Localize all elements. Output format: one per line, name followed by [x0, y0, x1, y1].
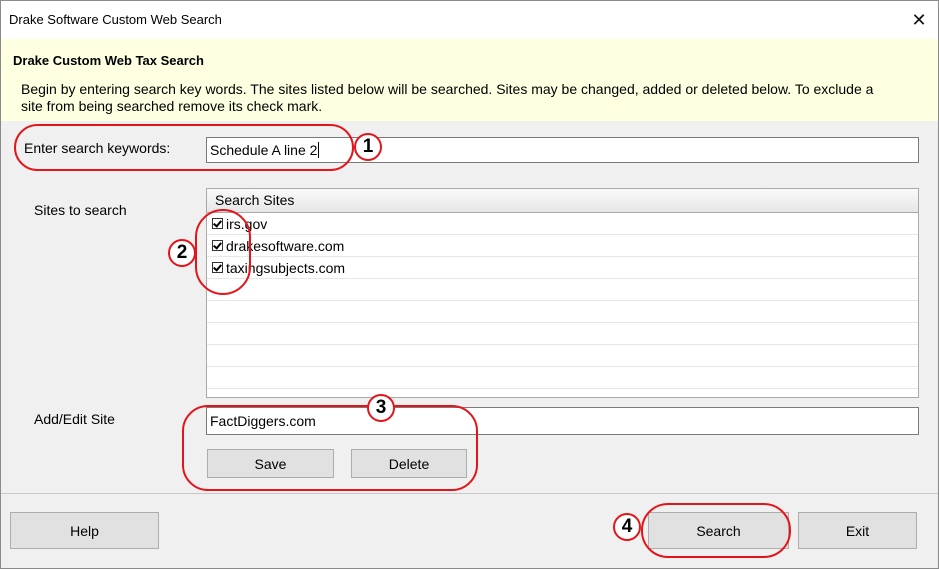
empty-row: [207, 345, 918, 367]
footer-divider: [1, 493, 938, 494]
search-sites-list[interactable]: Search Sites irs.gov drakesoftware.com t…: [206, 188, 919, 398]
empty-row: [207, 279, 918, 301]
site-row[interactable]: irs.gov: [207, 213, 918, 235]
exit-button[interactable]: Exit: [798, 512, 917, 549]
site-row[interactable]: taxingsubjects.com: [207, 257, 918, 279]
empty-row: [207, 323, 918, 345]
callout-search: [641, 503, 791, 558]
banner-heading: Drake Custom Web Tax Search: [13, 53, 204, 68]
close-icon[interactable]: ✕: [908, 9, 930, 31]
window-title: Drake Software Custom Web Search: [9, 12, 222, 27]
search-sites-rows: irs.gov drakesoftware.com taxingsubjects…: [207, 213, 918, 389]
help-button[interactable]: Help: [10, 512, 159, 549]
empty-row: [207, 367, 918, 389]
add-edit-site-label: Add/Edit Site: [34, 411, 115, 427]
callout-keywords: [14, 124, 354, 171]
custom-web-search-dialog: Drake Software Custom Web Search ✕ Drake…: [0, 0, 939, 569]
empty-row: [207, 301, 918, 323]
callout-add-edit: [182, 405, 478, 491]
search-sites-column-header[interactable]: Search Sites: [207, 189, 918, 213]
marker-1: 1: [354, 133, 382, 161]
site-row[interactable]: drakesoftware.com: [207, 235, 918, 257]
sites-to-search-label: Sites to search: [34, 202, 127, 218]
marker-2: 2: [168, 239, 196, 267]
title-bar: Drake Software Custom Web Search ✕: [1, 1, 938, 39]
info-banner: Drake Custom Web Tax Search Begin by ent…: [1, 39, 938, 121]
marker-4: 4: [613, 513, 641, 541]
banner-description: Begin by entering search key words. The …: [21, 81, 874, 114]
marker-3: 3: [367, 394, 395, 422]
callout-checkboxes: [195, 209, 251, 295]
